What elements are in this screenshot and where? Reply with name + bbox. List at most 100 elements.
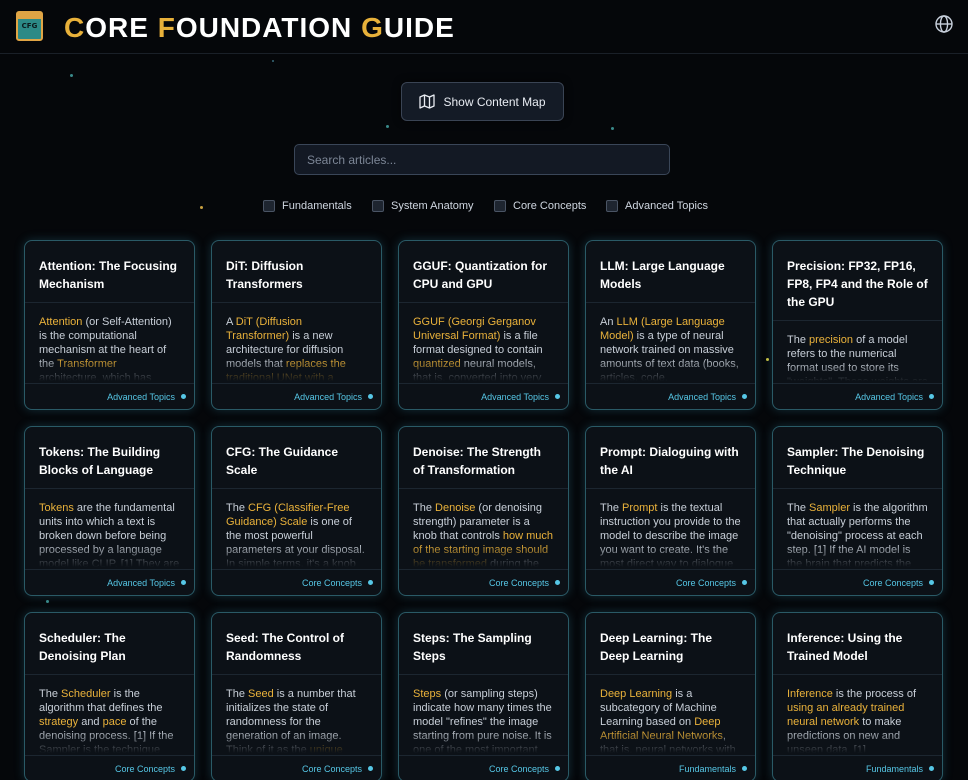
category-dot-icon <box>742 394 747 399</box>
filter-checkbox[interactable] <box>263 200 275 212</box>
filter-checkbox[interactable] <box>372 200 384 212</box>
article-card[interactable]: LLM: Large Language Models An LLM (Large … <box>585 240 756 410</box>
article-excerpt: Attention (or Self-Attention) is the com… <box>25 303 194 381</box>
article-card[interactable]: DiT: Diffusion Transformers A DiT (Diffus… <box>211 240 382 410</box>
category-tag[interactable]: Core Concepts <box>302 578 362 588</box>
article-card[interactable]: Inference: Using the Trained Model Infere… <box>772 612 943 780</box>
category-dot-icon <box>742 580 747 585</box>
article-footer: Advanced Topics <box>399 383 568 409</box>
article-card[interactable]: Prompt: Dialoguing with the AI The Prompt… <box>585 426 756 596</box>
show-content-map-button[interactable]: Show Content Map <box>401 82 564 121</box>
globe-icon[interactable] <box>934 14 954 34</box>
article-card[interactable]: Seed: The Control of Randomness The Seed … <box>211 612 382 780</box>
title-word-rest: OUNDATION <box>175 12 362 43</box>
filter-checkbox[interactable] <box>606 200 618 212</box>
excerpt-text: during the <box>486 558 539 567</box>
article-card[interactable]: Steps: The Sampling Steps Steps (or sampl… <box>398 612 569 780</box>
category-tag[interactable]: Advanced Topics <box>855 392 923 402</box>
excerpt-text: The <box>39 688 62 700</box>
article-card[interactable]: Precision: FP32, FP16, FP8, FP4 and the … <box>772 240 943 410</box>
article-excerpt: The CFG (Classifier-Free Guidance) Scale… <box>212 489 381 567</box>
category-tag[interactable]: Core Concepts <box>489 764 549 774</box>
article-card[interactable]: Denoise: The Strength of Transformation T… <box>398 426 569 596</box>
article-excerpt: Deep Learning is a subcategory of Machin… <box>586 675 755 753</box>
excerpt-highlight: Denoise <box>435 502 476 514</box>
title-initial: F <box>157 12 176 43</box>
article-card[interactable]: Sampler: The Denoising Technique The Samp… <box>772 426 943 596</box>
logo[interactable]: CFG <box>16 11 43 41</box>
article-card[interactable]: Deep Learning: The Deep Learning Deep Lea… <box>585 612 756 780</box>
category-tag[interactable]: Fundamentals <box>679 764 736 774</box>
background-star <box>386 125 389 128</box>
article-excerpt: The precision of a model refers to the n… <box>773 321 942 381</box>
filter-label: Core Concepts <box>513 200 587 212</box>
article-title: GGUF: Quantization for CPU and GPU <box>399 241 568 303</box>
article-title: Prompt: Dialoguing with the AI <box>586 427 755 489</box>
article-title: Inference: Using the Trained Model <box>773 613 942 675</box>
category-tag[interactable]: Core Concepts <box>676 578 736 588</box>
category-tag[interactable]: Advanced Topics <box>294 392 362 402</box>
category-dot-icon <box>181 766 186 771</box>
title-word-rest: ORE <box>85 12 158 43</box>
excerpt-highlight: Deep Learning <box>600 688 673 700</box>
excerpt-text: The <box>413 502 436 514</box>
article-title: Steps: The Sampling Steps <box>399 613 568 675</box>
category-tag[interactable]: Core Concepts <box>863 578 923 588</box>
filter-fundamentals[interactable]: Fundamentals <box>263 200 352 212</box>
article-title: LLM: Large Language Models <box>586 241 755 303</box>
article-card[interactable]: Scheduler: The Denoising Plan The Schedul… <box>24 612 195 780</box>
excerpt-highlight: precision <box>809 334 854 346</box>
category-dot-icon <box>555 580 560 585</box>
category-dot-icon <box>368 580 373 585</box>
article-title: Scheduler: The Denoising Plan <box>25 613 194 675</box>
background-star <box>611 127 614 130</box>
category-tag[interactable]: Core Concepts <box>302 764 362 774</box>
article-title: Precision: FP32, FP16, FP8, FP4 and the … <box>773 241 942 321</box>
filter-advanced-topics[interactable]: Advanced Topics <box>606 200 708 212</box>
excerpt-highlight: Tokens <box>39 502 74 514</box>
article-footer: Advanced Topics <box>773 383 942 409</box>
excerpt-text: The <box>600 502 623 514</box>
article-footer: Advanced Topics <box>586 383 755 409</box>
article-card[interactable]: GGUF: Quantization for CPU and GPU GGUF (… <box>398 240 569 410</box>
category-tag[interactable]: Fundamentals <box>866 764 923 774</box>
excerpt-text: The <box>787 502 810 514</box>
article-title: Deep Learning: The Deep Learning <box>586 613 755 675</box>
search-input[interactable] <box>294 144 670 175</box>
article-title: Attention: The Focusing Mechanism <box>25 241 194 303</box>
category-tag[interactable]: Core Concepts <box>115 764 175 774</box>
category-dot-icon <box>555 394 560 399</box>
article-excerpt: An LLM (Large Language Model) is a type … <box>586 303 755 381</box>
article-footer: Fundamentals <box>586 755 755 780</box>
excerpt-text: Self-Attention <box>101 316 169 328</box>
article-card[interactable]: Attention: The Focusing Mechanism Attenti… <box>24 240 195 410</box>
excerpt-highlight: pace <box>102 716 127 728</box>
category-tag[interactable]: Advanced Topics <box>481 392 549 402</box>
article-excerpt: Tokens are the fundamental units into wh… <box>25 489 194 567</box>
filter-system-anatomy[interactable]: System Anatomy <box>372 200 474 212</box>
excerpt-highlight: Prompt <box>622 502 658 514</box>
category-dot-icon <box>555 766 560 771</box>
article-footer: Advanced Topics <box>25 569 194 595</box>
filter-core-concepts[interactable]: Core Concepts <box>494 200 586 212</box>
category-dot-icon <box>929 766 934 771</box>
article-card[interactable]: Tokens: The Building Blocks of Language T… <box>24 426 195 596</box>
excerpt-highlight: quantized <box>413 358 461 370</box>
article-footer: Core Concepts <box>212 569 381 595</box>
site-title[interactable]: CORE FOUNDATION GUIDE <box>64 12 455 44</box>
excerpt-highlight: Inference <box>787 688 833 700</box>
filter-checkbox[interactable] <box>494 200 506 212</box>
category-dot-icon <box>742 766 747 771</box>
category-filters: Fundamentals System Anatomy Core Concept… <box>0 200 968 216</box>
article-title: CFG: The Guidance Scale <box>212 427 381 489</box>
category-tag[interactable]: Advanced Topics <box>107 578 175 588</box>
article-excerpt: A DiT (Diffusion Transformer) is a new a… <box>212 303 381 381</box>
category-tag[interactable]: Core Concepts <box>489 578 549 588</box>
category-tag[interactable]: Advanced Topics <box>668 392 736 402</box>
article-footer: Core Concepts <box>25 755 194 780</box>
excerpt-text: A <box>226 316 236 328</box>
article-card[interactable]: CFG: The Guidance Scale The CFG (Classifi… <box>211 426 382 596</box>
excerpt-highlight: Attention <box>39 316 83 328</box>
excerpt-highlight: Scheduler <box>61 688 111 700</box>
category-tag[interactable]: Advanced Topics <box>107 392 175 402</box>
